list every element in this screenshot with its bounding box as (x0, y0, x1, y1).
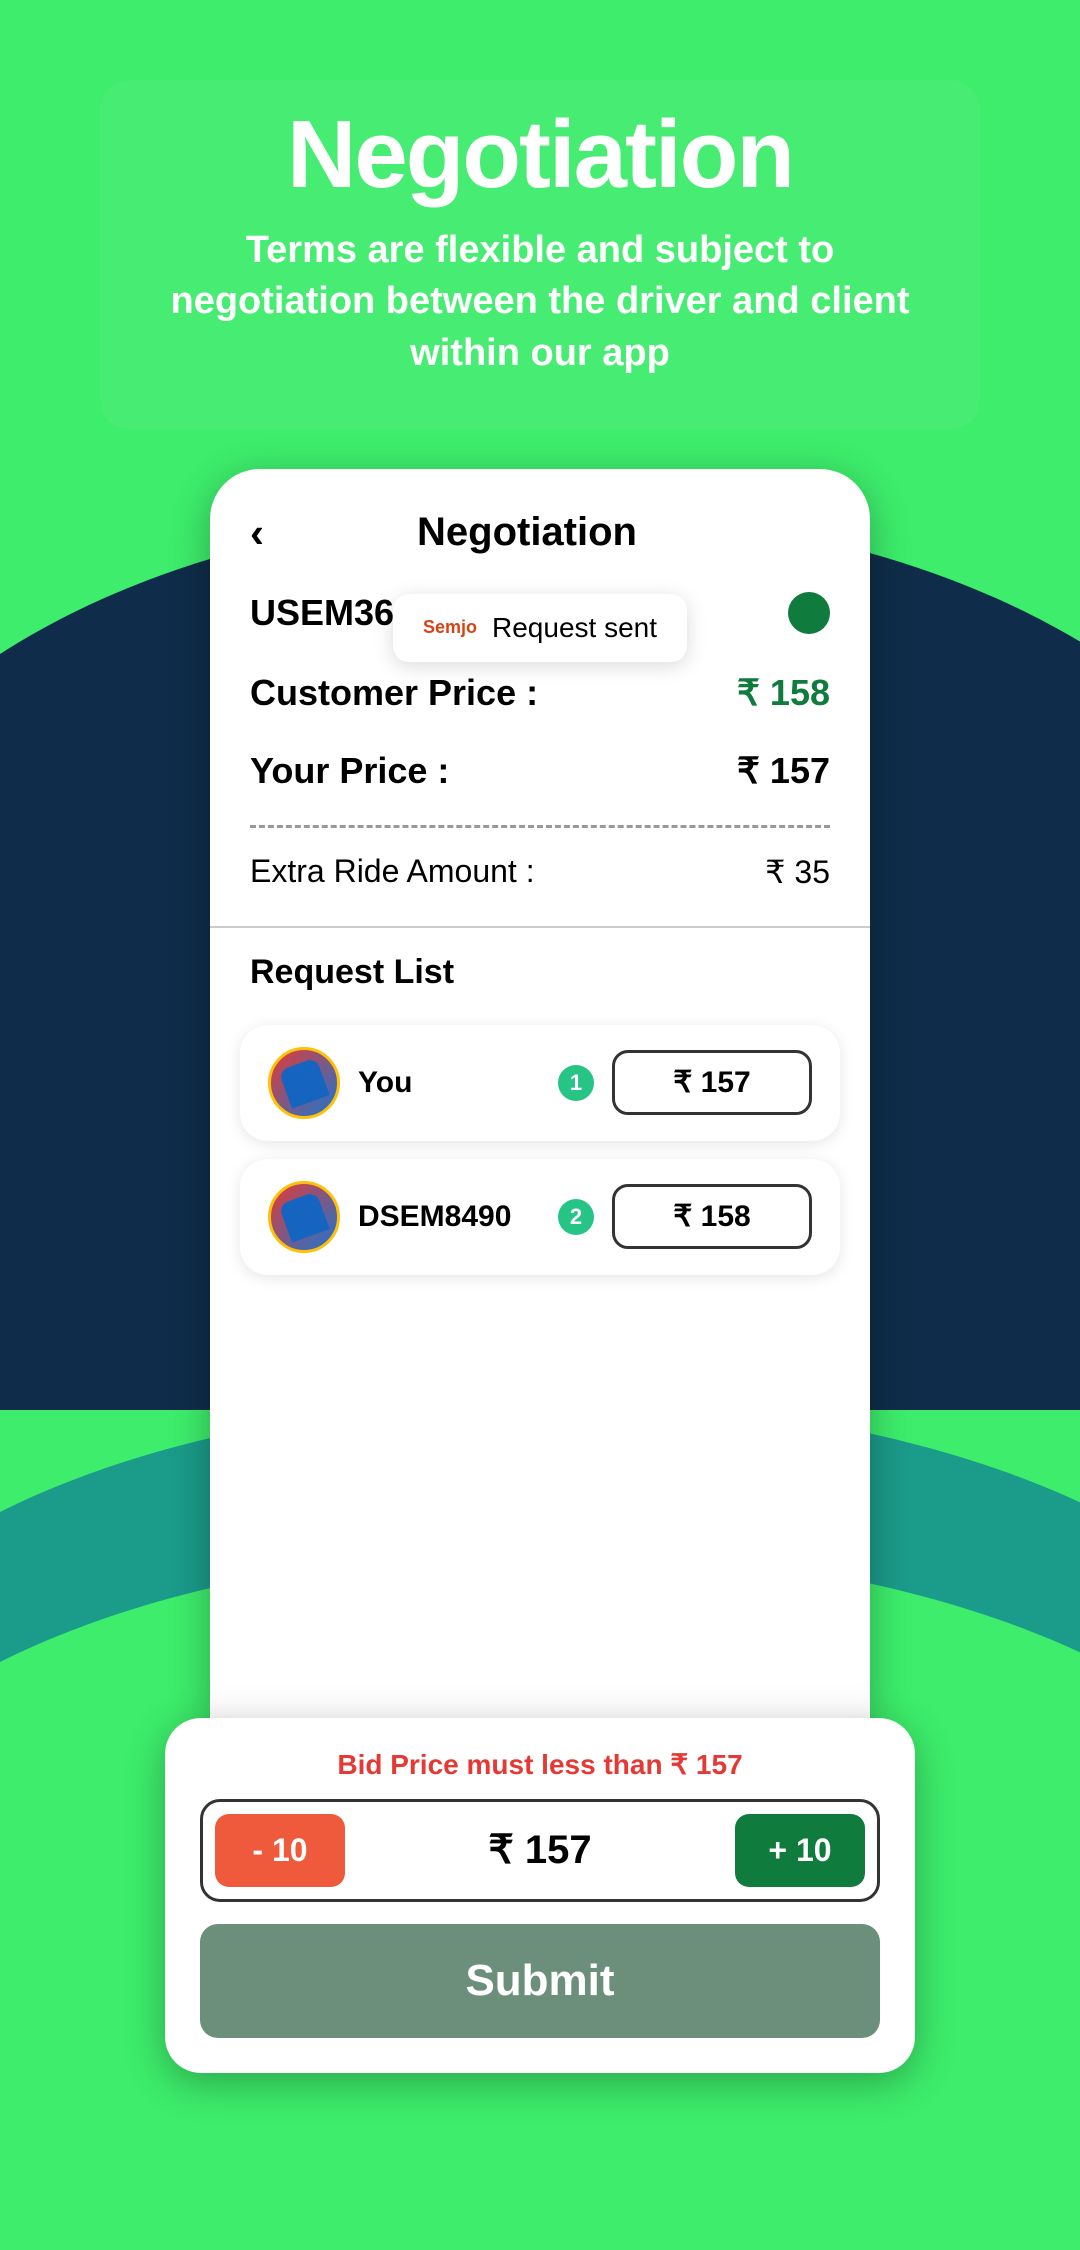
toast-logo: Semjo (423, 617, 477, 638)
extra-ride-value: ₹ 35 (765, 853, 830, 891)
request-badge: 2 (558, 1199, 594, 1235)
customer-price-label: Customer Price : (250, 672, 538, 714)
submit-button[interactable]: Submit (200, 1924, 880, 2038)
promo-header: Negotiation Terms are flexible and subje… (100, 80, 980, 429)
toast-notification: Semjo Request sent (393, 594, 687, 662)
request-list-title: Request List (210, 938, 870, 1007)
bid-value-display: ₹ 157 (360, 1814, 720, 1887)
divider (250, 825, 830, 828)
avatar (268, 1181, 340, 1253)
promo-title: Negotiation (140, 100, 940, 210)
customer-price-value: ₹ 158 (737, 672, 830, 714)
request-badge: 1 (558, 1065, 594, 1101)
request-item[interactable]: DSEM8490 2 ₹ 158 (240, 1159, 840, 1275)
section-divider (210, 926, 870, 928)
your-price-label: Your Price : (250, 750, 449, 792)
request-name: You (358, 1066, 540, 1100)
your-price-value: ₹ 157 (737, 750, 830, 792)
phone-screen: ‹ Negotiation Semjo Request sent USEM360… (210, 469, 870, 1718)
extra-ride-label: Extra Ride Amount : (250, 853, 535, 891)
bid-panel: Bid Price must less than ₹ 157 - 10 ₹ 15… (165, 1718, 915, 2073)
toast-text: Request sent (492, 612, 657, 644)
bid-decrement-button[interactable]: - 10 (215, 1814, 345, 1887)
request-price: ₹ 158 (612, 1184, 812, 1249)
bid-warning-text: Bid Price must less than ₹ 157 (200, 1748, 880, 1781)
status-indicator (788, 592, 830, 634)
bid-controls: - 10 ₹ 157 + 10 (200, 1799, 880, 1902)
avatar (268, 1047, 340, 1119)
screen-title: Negotiation (264, 510, 790, 555)
bid-increment-button[interactable]: + 10 (735, 1814, 865, 1887)
request-price: ₹ 157 (612, 1050, 812, 1115)
promo-subtitle: Terms are flexible and subject to negoti… (140, 225, 940, 379)
request-item[interactable]: You 1 ₹ 157 (240, 1025, 840, 1141)
request-name: DSEM8490 (358, 1200, 540, 1234)
back-icon[interactable]: ‹ (250, 509, 264, 557)
